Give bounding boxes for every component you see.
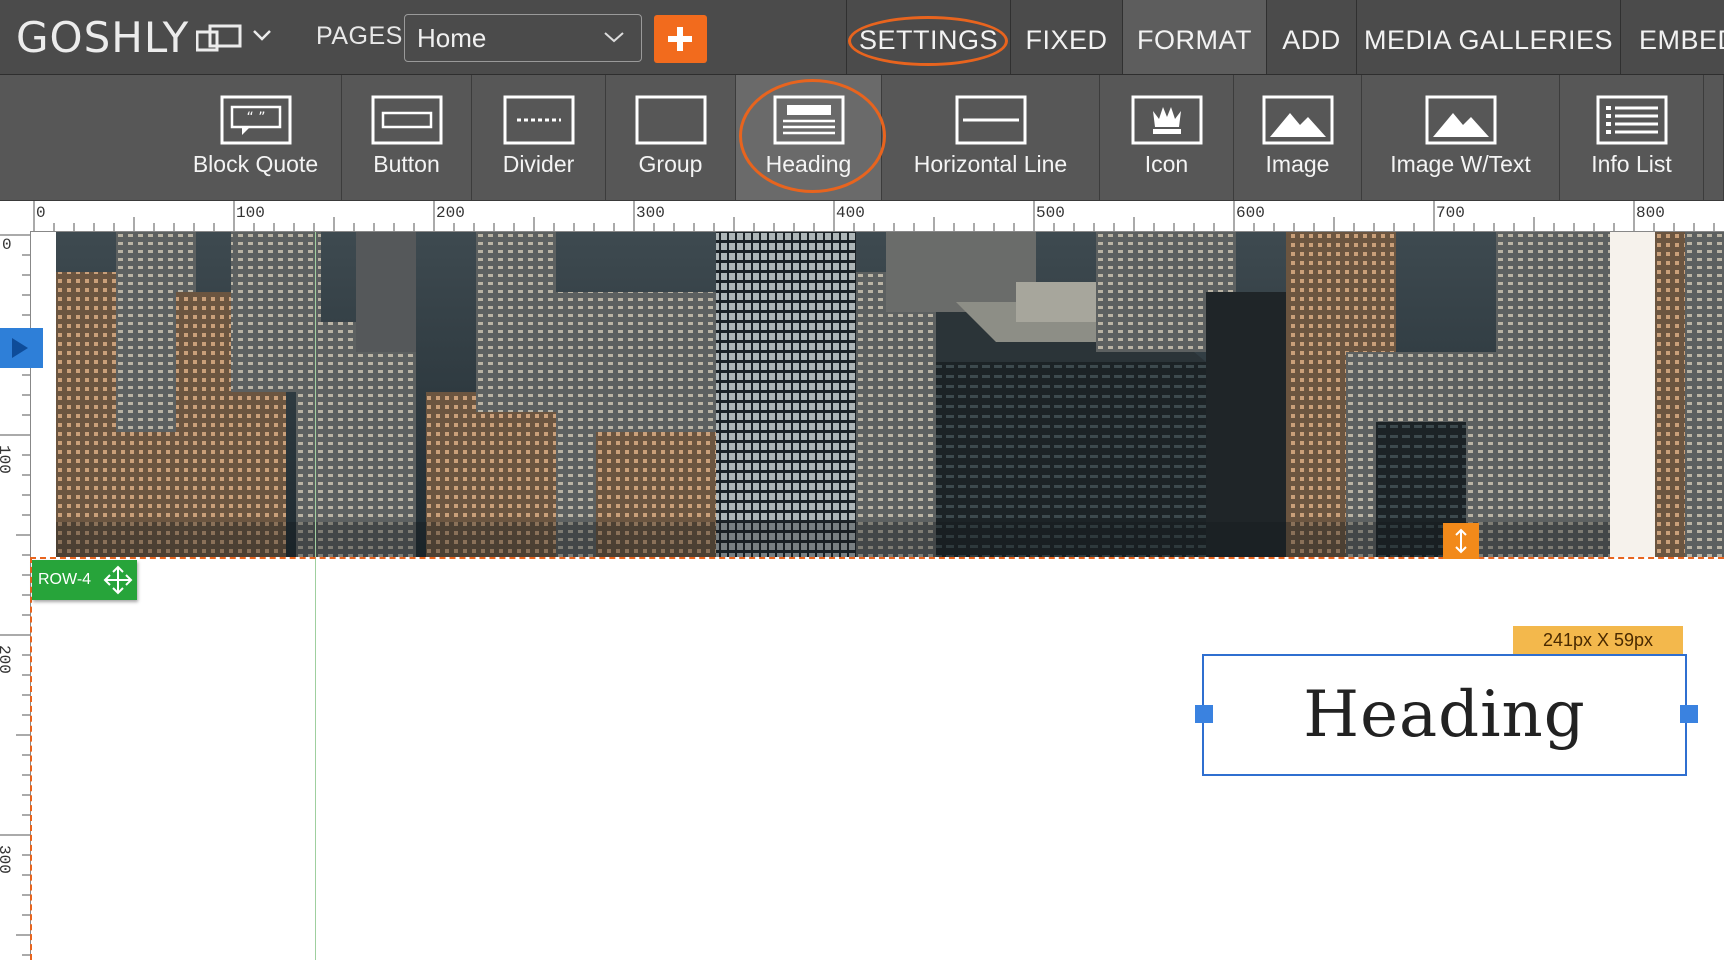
chevron-down-icon bbox=[604, 32, 624, 43]
row-badge[interactable]: ROW-4 bbox=[32, 560, 137, 600]
ruler-label-800: 800 bbox=[1636, 204, 1665, 222]
ruler-label-0: 0 bbox=[36, 204, 46, 222]
tool-label: Button bbox=[373, 151, 440, 177]
ruler-label-500: 500 bbox=[1036, 204, 1065, 222]
horizontal-line-icon bbox=[955, 95, 1026, 145]
tool-label: Divider bbox=[502, 151, 575, 177]
plus-icon bbox=[668, 27, 692, 51]
tool-info-list[interactable]: Info List bbox=[1560, 75, 1704, 200]
panel-toggle-handle[interactable] bbox=[0, 328, 43, 368]
tool-group[interactable]: Group bbox=[606, 75, 736, 200]
page-select[interactable]: Home bbox=[404, 14, 642, 62]
button-icon bbox=[371, 95, 442, 145]
hero-city-image-edge bbox=[1655, 232, 1724, 557]
tool-image-with-text[interactable]: Image W/Text bbox=[1362, 75, 1560, 200]
tool-label: Image bbox=[1265, 151, 1330, 177]
tab-format[interactable]: FORMAT bbox=[1122, 0, 1266, 74]
tab-embed[interactable]: EMBED bbox=[1620, 0, 1724, 74]
ruler-label-100: 100 bbox=[236, 204, 265, 222]
tool-horizontal-line[interactable]: Horizontal Line bbox=[882, 75, 1100, 200]
pages-label: PAGES bbox=[316, 22, 403, 50]
add-page-button[interactable] bbox=[654, 15, 707, 63]
ruler-label-600: 600 bbox=[1236, 204, 1265, 222]
ruler-label-0: 0 bbox=[2, 236, 12, 254]
ruler-label-300: 300 bbox=[0, 845, 13, 874]
settings-highlight-ring bbox=[848, 16, 1008, 66]
ruler-label-100: 100 bbox=[0, 445, 13, 474]
tool-label: Block Quote bbox=[192, 151, 319, 177]
horizontal-ruler: 0 100 200 300 400 500 600 700 800 bbox=[0, 201, 1724, 232]
tab-fixed[interactable]: FIXED bbox=[1010, 0, 1122, 74]
hero-city-image[interactable] bbox=[56, 232, 1610, 557]
tool-image[interactable]: Image bbox=[1234, 75, 1362, 200]
tool-divider[interactable]: Divider bbox=[472, 75, 606, 200]
tab-add[interactable]: ADD bbox=[1266, 0, 1356, 74]
page-select-value: Home bbox=[417, 23, 487, 53]
heading-highlight-ring bbox=[739, 79, 886, 193]
info-list-icon bbox=[1596, 95, 1667, 145]
element-size-badge: 241px X 59px bbox=[1513, 626, 1683, 654]
play-right-icon bbox=[12, 338, 28, 358]
resize-vertical-icon bbox=[1455, 528, 1467, 554]
tool-label: Info List bbox=[1591, 151, 1672, 177]
ruler-label-400: 400 bbox=[836, 204, 865, 222]
chevron-down-icon[interactable] bbox=[252, 28, 272, 42]
row-label: ROW-4 bbox=[38, 571, 92, 588]
app-logo: GOSHLY bbox=[16, 13, 190, 62]
divider-icon bbox=[503, 95, 574, 145]
svg-text:“ ”: “ ” bbox=[246, 110, 265, 126]
tool-label: Image W/Text bbox=[1390, 151, 1531, 177]
alignment-guide bbox=[315, 232, 316, 960]
heading-text[interactable]: Heading bbox=[1204, 656, 1685, 774]
resize-handle-right[interactable] bbox=[1680, 705, 1698, 723]
image-with-text-icon bbox=[1425, 95, 1496, 145]
heading-element[interactable]: Heading bbox=[1202, 654, 1687, 776]
icon-icon bbox=[1131, 95, 1202, 145]
ruler-label-700: 700 bbox=[1436, 204, 1465, 222]
tab-media-galleries[interactable]: MEDIA GALLERIES bbox=[1356, 0, 1620, 74]
hero-margin bbox=[1610, 232, 1655, 557]
tool-more[interactable] bbox=[1704, 75, 1724, 200]
tool-label: Horizontal Line bbox=[913, 151, 1068, 177]
tool-block-quote[interactable]: “ ” Block Quote bbox=[170, 75, 342, 200]
row-boundary-left bbox=[30, 557, 32, 960]
tool-label: Icon bbox=[1144, 151, 1189, 177]
ruler-label-300: 300 bbox=[636, 204, 665, 222]
tool-button[interactable]: Button bbox=[342, 75, 472, 200]
ruler-label-200: 200 bbox=[436, 204, 465, 222]
resize-handle-left[interactable] bbox=[1195, 705, 1213, 723]
image-icon bbox=[1262, 95, 1333, 145]
devices-icon bbox=[196, 24, 242, 52]
tool-label: Group bbox=[638, 151, 703, 177]
tool-icon[interactable]: Icon bbox=[1100, 75, 1234, 200]
row-resize-handle[interactable] bbox=[1443, 523, 1479, 559]
move-icon[interactable] bbox=[102, 564, 134, 596]
top-navigation-bar: GOSHLY PAGES Home SETTINGS FIXED FORMAT … bbox=[0, 0, 1724, 75]
block-quote-icon: “ ” bbox=[220, 95, 291, 145]
group-icon bbox=[635, 95, 706, 145]
ruler-label-200: 200 bbox=[0, 645, 13, 674]
